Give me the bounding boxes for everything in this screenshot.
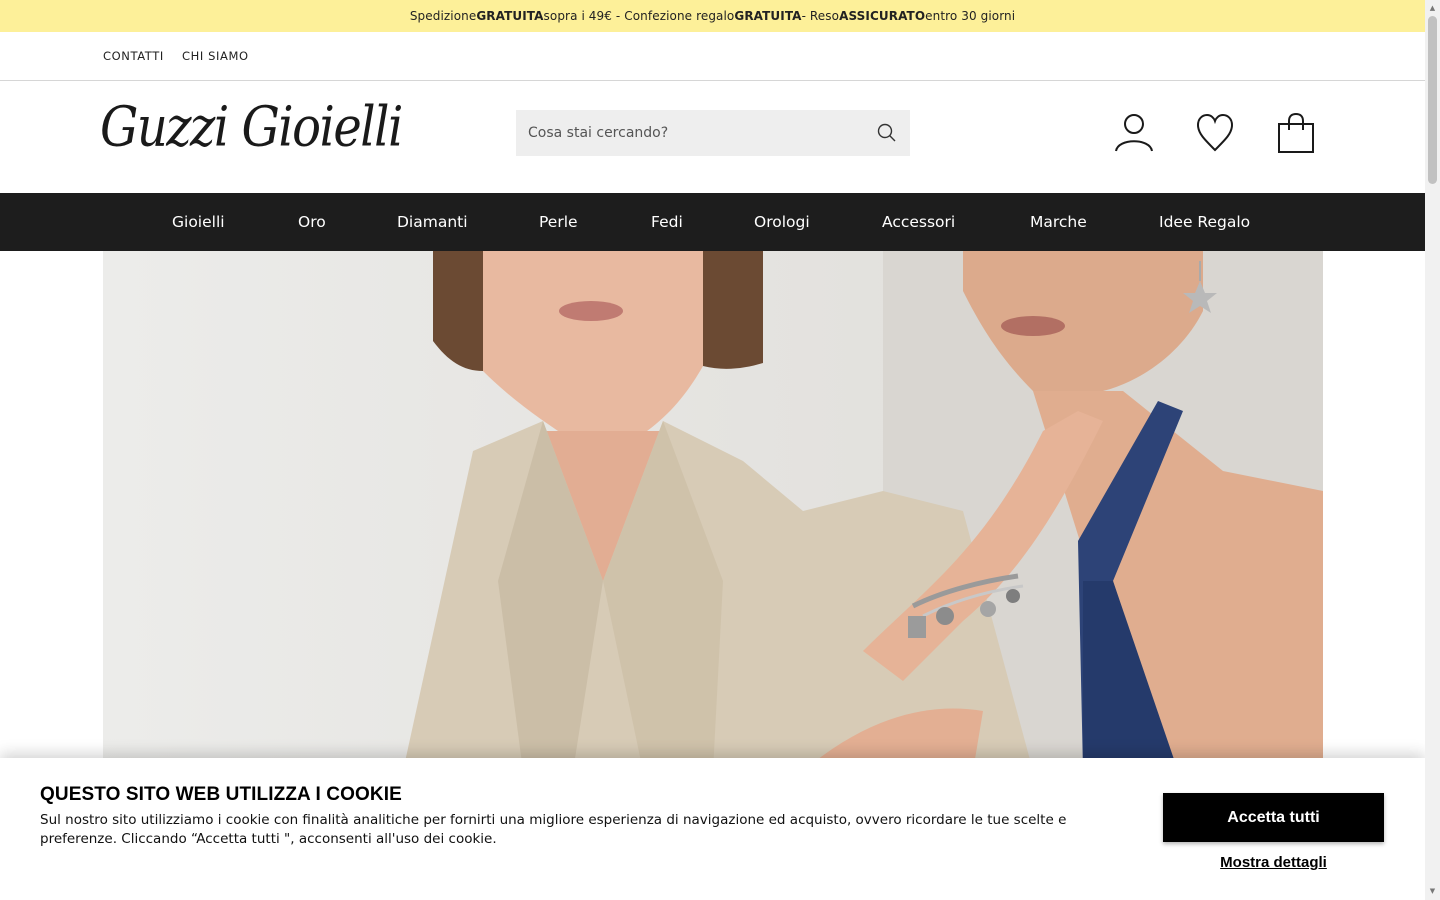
user-icon[interactable] [1113, 113, 1155, 157]
utility-bar: CONTATTI CHI SIAMO [0, 32, 1425, 81]
search-icon[interactable] [876, 122, 898, 144]
hero-image [403, 251, 1323, 771]
site-header: Guzzi Gioielli [0, 81, 1425, 193]
shopping-bag-icon[interactable] [1277, 112, 1315, 158]
promo-free-gift-wrap: GRATUITA [734, 9, 802, 23]
nav-item-fedi[interactable]: Fedi [651, 213, 683, 231]
promo-text-4: entro 30 giorni [925, 9, 1016, 23]
promo-insured-returns: ASSICURATO [839, 9, 926, 23]
promo-bar: Spedizione GRATUITA sopra i 49€ - Confez… [0, 0, 1425, 32]
search-box [516, 110, 910, 156]
logo[interactable]: Guzzi Gioielli [100, 95, 405, 165]
search-input[interactable] [528, 125, 868, 141]
promo-text-1: Spedizione [409, 9, 477, 23]
nav-item-accessori[interactable]: Accessori [882, 213, 955, 231]
cookie-description: Sul nostro sito utilizziamo i cookie con… [40, 812, 1067, 847]
about-us-link[interactable]: CHI SIAMO [182, 49, 249, 63]
nav-item-gioielli[interactable]: Gioielli [172, 213, 225, 231]
show-details-link[interactable]: Mostra dettagli [1163, 854, 1384, 871]
cookie-banner: QUESTO SITO WEB UTILIZZA I COOKIE Sul no… [0, 758, 1425, 900]
promo-text-2: sopra i 49€ - Confezione regalo [543, 9, 735, 23]
contacts-link[interactable]: CONTATTI [103, 49, 164, 63]
nav-item-orologi[interactable]: Orologi [754, 213, 810, 231]
scroll-down-icon[interactable]: ▼ [1428, 886, 1437, 896]
logo-text: Guzzi Gioielli [100, 95, 403, 160]
promo-text-3: - Reso [801, 9, 840, 23]
nav-item-marche[interactable]: Marche [1030, 213, 1087, 231]
heart-icon[interactable] [1196, 113, 1234, 157]
scroll-up-icon[interactable]: ▲ [1428, 3, 1437, 13]
cookie-title: QUESTO SITO WEB UTILIZZA I COOKIE [40, 784, 402, 805]
hero-banner[interactable] [103, 251, 1323, 771]
scrollbar[interactable]: ▲ ▼ [1425, 0, 1440, 900]
nav-item-oro[interactable]: Oro [298, 213, 326, 231]
promo-free-shipping: GRATUITA [476, 9, 544, 23]
nav-item-perle[interactable]: Perle [539, 213, 578, 231]
accept-all-button[interactable]: Accetta tutti [1163, 793, 1384, 842]
nav-item-diamanti[interactable]: Diamanti [397, 213, 468, 231]
nav-item-idee-regalo[interactable]: Idee Regalo [1159, 213, 1250, 231]
main-nav: Gioielli Oro Diamanti Perle Fedi Orologi… [0, 193, 1425, 251]
scroll-thumb[interactable] [1428, 16, 1437, 184]
